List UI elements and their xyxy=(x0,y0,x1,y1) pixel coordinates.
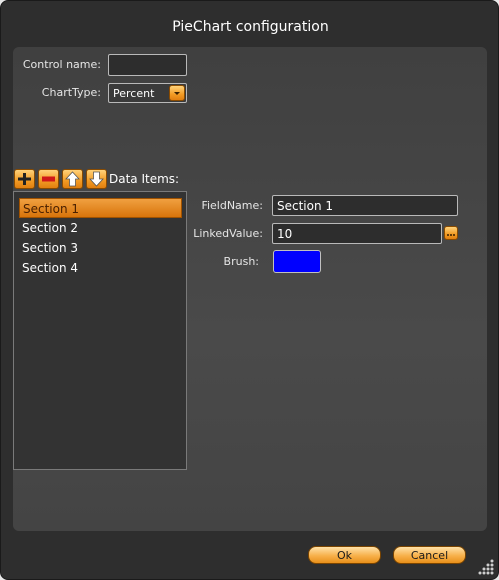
linked-value-browse-button[interactable] xyxy=(444,226,458,240)
pie-chart-configuration-dialog: PieChart configuration Control name: Cha… xyxy=(0,0,499,580)
list-item[interactable]: Section 2 xyxy=(19,218,182,238)
linked-value-input[interactable]: 10 xyxy=(272,223,442,244)
ok-button[interactable]: Ok xyxy=(308,546,381,564)
dialog-title: PieChart configuration xyxy=(172,19,329,35)
list-item[interactable]: Section 4 xyxy=(19,258,182,278)
resize-grip-icon[interactable] xyxy=(474,555,496,577)
add-item-button[interactable] xyxy=(14,169,35,189)
linked-value-label: LinkedValue: xyxy=(193,227,263,240)
control-name-input[interactable] xyxy=(108,54,187,76)
remove-item-button[interactable] xyxy=(38,169,59,189)
data-items-list[interactable]: Section 1 Section 2 Section 3 Section 4 xyxy=(13,191,187,470)
brush-label: Brush: xyxy=(223,255,259,268)
data-items-label: Data Items: xyxy=(109,172,180,186)
field-name-input[interactable]: Section 1 xyxy=(272,195,458,216)
chevron-down-icon[interactable] xyxy=(169,85,185,101)
control-name-label: Control name: xyxy=(22,58,101,71)
move-down-button[interactable] xyxy=(86,169,107,189)
minus-icon xyxy=(42,176,55,182)
list-item[interactable]: Section 1 xyxy=(19,198,182,218)
cancel-button[interactable]: Cancel xyxy=(393,546,466,564)
field-name-label: FieldName: xyxy=(201,199,263,212)
chart-type-value: Percent xyxy=(113,87,155,100)
move-up-button[interactable] xyxy=(62,169,83,189)
chart-type-select[interactable]: Percent xyxy=(108,83,187,103)
arrow-down-icon xyxy=(89,171,104,187)
plus-icon xyxy=(18,173,31,185)
chart-type-label: ChartType: xyxy=(41,86,101,99)
arrow-up-icon xyxy=(65,171,80,187)
ellipsis-icon xyxy=(447,234,455,236)
brush-color-swatch[interactable] xyxy=(273,250,321,273)
list-item[interactable]: Section 3 xyxy=(19,238,182,258)
